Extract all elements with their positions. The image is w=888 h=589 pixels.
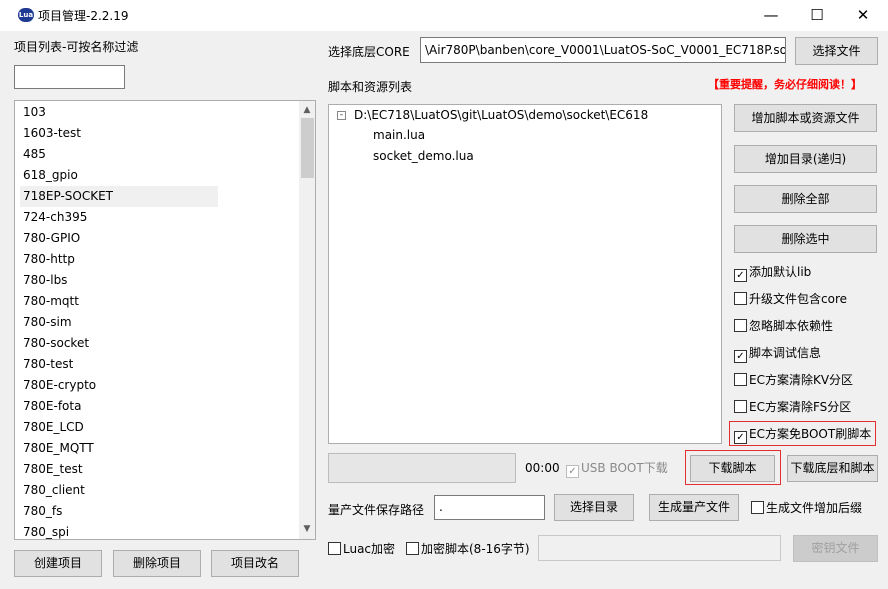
download-progress-bar bbox=[328, 453, 516, 483]
download-script-button[interactable]: 下载脚本 bbox=[690, 455, 775, 482]
project-list-item[interactable]: 780E-crypto bbox=[20, 375, 218, 396]
option-checkbox[interactable]: 升级文件包含core bbox=[734, 291, 847, 307]
download-time: 00:00 bbox=[525, 461, 560, 475]
add-directory-button[interactable]: 增加目录(递归) bbox=[734, 145, 877, 173]
project-list-item[interactable]: 780-mqtt bbox=[20, 291, 218, 312]
checkbox-box bbox=[734, 319, 747, 332]
close-button[interactable]: ✕ bbox=[840, 0, 886, 31]
window-title: 项目管理-2.2.19 bbox=[38, 9, 129, 23]
project-list-item[interactable]: 780_client bbox=[20, 480, 218, 501]
option-label: EC方案清除KV分区 bbox=[749, 373, 854, 387]
usb-boot-checkbox[interactable]: ✓ USB BOOT下载 bbox=[566, 460, 668, 478]
delete-selected-button[interactable]: 删除选中 bbox=[734, 225, 877, 253]
project-filter-label: 项目列表-可按名称过滤 bbox=[14, 40, 139, 54]
project-list-item[interactable]: 780E-fota bbox=[20, 396, 218, 417]
checkbox-box bbox=[734, 292, 747, 305]
download-core-and-script-button[interactable]: 下载底层和脚本 bbox=[787, 455, 878, 482]
luatos-logo-icon: Lua bbox=[18, 8, 34, 22]
mass-path-input[interactable]: . bbox=[434, 495, 545, 520]
important-warning-link[interactable]: 【重要提醒，务必仔细阅读！】 bbox=[708, 76, 862, 92]
tree-file-item[interactable]: main.lua bbox=[373, 128, 425, 142]
select-directory-button[interactable]: 选择目录 bbox=[554, 494, 634, 521]
mass-path-label: 量产文件保存路径 bbox=[328, 503, 425, 517]
luac-encrypt-checkbox[interactable]: Luac加密 bbox=[328, 541, 395, 557]
project-list-item[interactable]: 724-ch395 bbox=[20, 207, 218, 228]
project-list-item[interactable]: 780-sim bbox=[20, 312, 218, 333]
select-core-file-button[interactable]: 选择文件 bbox=[795, 37, 878, 65]
tree-file-item[interactable]: socket_demo.lua bbox=[373, 149, 474, 163]
rename-project-button[interactable]: 项目改名 bbox=[211, 550, 299, 577]
check-icon: ✓ bbox=[734, 269, 747, 282]
project-filter-input[interactable] bbox=[14, 65, 125, 89]
collapse-icon[interactable]: - bbox=[337, 111, 346, 120]
project-list-item[interactable]: 780-GPIO bbox=[20, 228, 218, 249]
delete-all-button[interactable]: 删除全部 bbox=[734, 185, 877, 213]
usb-boot-label: USB BOOT下载 bbox=[581, 461, 668, 475]
add-suffix-label: 生成文件增加后缀 bbox=[766, 501, 863, 515]
option-checkbox[interactable]: ✓ 脚本调试信息 bbox=[734, 345, 822, 363]
scroll-up-icon[interactable]: ▲ bbox=[299, 102, 315, 118]
delete-project-button[interactable]: 删除项目 bbox=[113, 550, 201, 577]
project-list-item[interactable]: 780-lbs bbox=[20, 270, 218, 291]
checkbox-box bbox=[751, 501, 764, 514]
encrypt-key-input[interactable] bbox=[538, 535, 781, 561]
project-list-item[interactable]: 780E_MQTT bbox=[20, 438, 218, 459]
project-list-item[interactable]: 1603-test bbox=[20, 123, 218, 144]
checkbox-box bbox=[406, 542, 419, 555]
option-label: 添加默认lib bbox=[749, 265, 812, 279]
project-list-item[interactable]: 618_gpio bbox=[20, 165, 218, 186]
project-list-item[interactable]: 780_spi bbox=[20, 522, 218, 539]
scrollbar-thumb[interactable] bbox=[301, 118, 314, 178]
project-list-item[interactable]: 780E_test bbox=[20, 459, 218, 480]
minimize-button[interactable]: — bbox=[748, 0, 794, 31]
generate-mass-file-button[interactable]: 生成量产文件 bbox=[649, 494, 739, 521]
project-list[interactable]: 103 1603-test 485 618_gpio 718EP-SOCKET 724-c… bbox=[14, 100, 316, 540]
highlight-box bbox=[729, 421, 876, 446]
add-script-button[interactable]: 增加脚本或资源文件 bbox=[734, 104, 877, 132]
create-project-button[interactable]: 创建项目 bbox=[14, 550, 102, 577]
checkbox-box bbox=[734, 400, 747, 413]
option-checkbox[interactable]: ✓ 添加默认lib bbox=[734, 264, 812, 282]
option-checkbox[interactable]: EC方案清除KV分区 bbox=[734, 372, 853, 388]
check-icon: ✓ bbox=[566, 465, 579, 478]
option-label: 脚本调试信息 bbox=[749, 346, 822, 360]
option-label: EC方案清除FS分区 bbox=[749, 400, 852, 414]
checkbox-box bbox=[734, 373, 747, 386]
encrypt-script-label: 加密脚本(8-16字节) bbox=[421, 542, 530, 556]
option-label: 忽略脚本依赖性 bbox=[749, 319, 834, 333]
option-label: 升级文件包含core bbox=[749, 292, 847, 306]
core-path-input[interactable]: \Air780P\banben\core_V0001\LuatOS-SoC_V0… bbox=[420, 37, 786, 63]
option-checkbox[interactable]: EC方案清除FS分区 bbox=[734, 399, 851, 415]
key-file-button[interactable]: 密钥文件 bbox=[793, 535, 878, 562]
project-list-item[interactable]: 103 bbox=[20, 102, 218, 123]
project-list-item[interactable]: 780_fs bbox=[20, 501, 218, 522]
encrypt-script-checkbox[interactable]: 加密脚本(8-16字节) bbox=[406, 541, 530, 557]
maximize-button[interactable]: ☐ bbox=[794, 0, 840, 31]
project-list-item[interactable]: 485 bbox=[20, 144, 218, 165]
project-list-item[interactable]: 780E_LCD bbox=[20, 417, 218, 438]
checkbox-box bbox=[328, 542, 341, 555]
project-list-item[interactable]: 718EP-SOCKET bbox=[20, 186, 218, 207]
tree-root-folder[interactable]: D:\EC718\LuatOS\git\LuatOS\demo\socket\E… bbox=[354, 108, 648, 122]
add-suffix-checkbox[interactable]: 生成文件增加后缀 bbox=[751, 500, 862, 516]
project-list-item[interactable]: 780-test bbox=[20, 354, 218, 375]
project-list-item[interactable]: 780-http bbox=[20, 249, 218, 270]
project-list-item[interactable]: 780-socket bbox=[20, 333, 218, 354]
core-label: 选择底层CORE bbox=[328, 45, 410, 59]
scroll-down-icon[interactable]: ▼ bbox=[299, 521, 315, 537]
scripts-label: 脚本和资源列表 bbox=[328, 80, 413, 94]
check-icon: ✓ bbox=[734, 350, 747, 363]
luac-encrypt-label: Luac加密 bbox=[343, 542, 396, 556]
option-checkbox[interactable]: 忽略脚本依赖性 bbox=[734, 318, 833, 334]
